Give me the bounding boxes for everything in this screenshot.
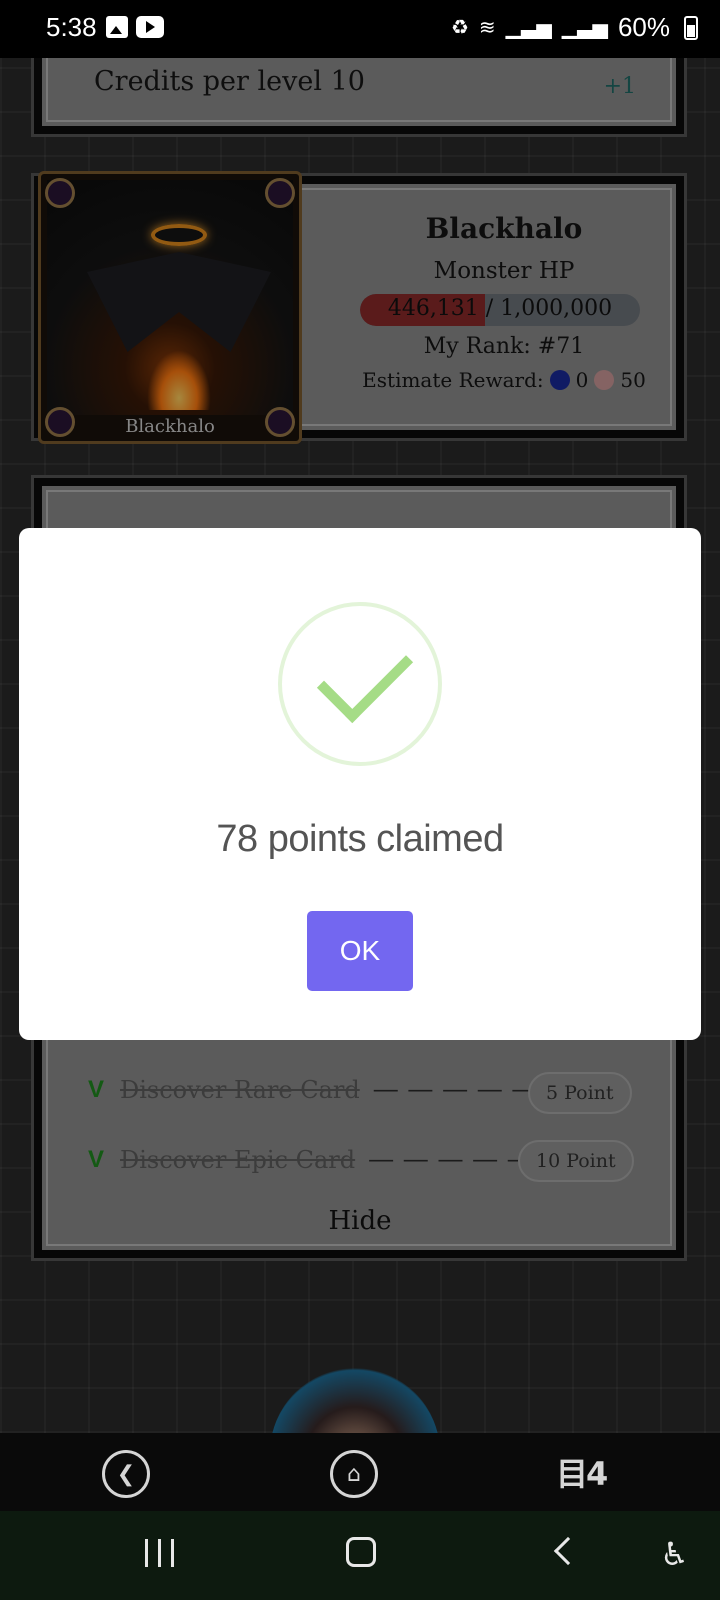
back-chevron-icon[interactable] [553,1536,583,1566]
status-bar: 5:38 ♻ ≋ ▁▃▅ ▁▃▅ 60% [0,0,720,58]
status-system-icons: ♻ ≋ ▁▃▅ ▁▃▅ 60% [451,12,670,43]
wifi-icon: ≋ [478,17,496,39]
home-square-icon[interactable] [346,1537,376,1567]
success-modal: 78 points claimed OK [19,528,701,1040]
status-notification-icons [106,16,164,38]
back-arrow-icon[interactable]: ❮ [102,1450,150,1498]
modal-title: 78 points claimed [216,818,504,860]
battery-percent: 60% [617,12,670,42]
home-icon[interactable]: ⌂ [330,1450,378,1498]
recents-icon[interactable] [145,1539,174,1567]
image-icon [106,16,128,38]
brand-logo[interactable]: 目4 [556,1449,608,1495]
battery-icon [684,16,698,40]
check-mark-icon [316,626,414,724]
app-nav-bar: ❮ ⌂ 目4 [0,1433,720,1511]
ok-button[interactable]: OK [307,911,413,991]
status-time: 5:38 [46,12,97,42]
youtube-icon [136,16,164,38]
success-check-icon [278,602,442,766]
accessibility-icon[interactable]: ♿ [660,1535,689,1573]
system-nav-bar: ♿ [0,1511,720,1600]
signal-icon: ▁▃▅ [561,17,608,39]
signal-icon: ▁▃▅ [505,17,552,39]
recycle-icon: ♻ [450,17,469,39]
